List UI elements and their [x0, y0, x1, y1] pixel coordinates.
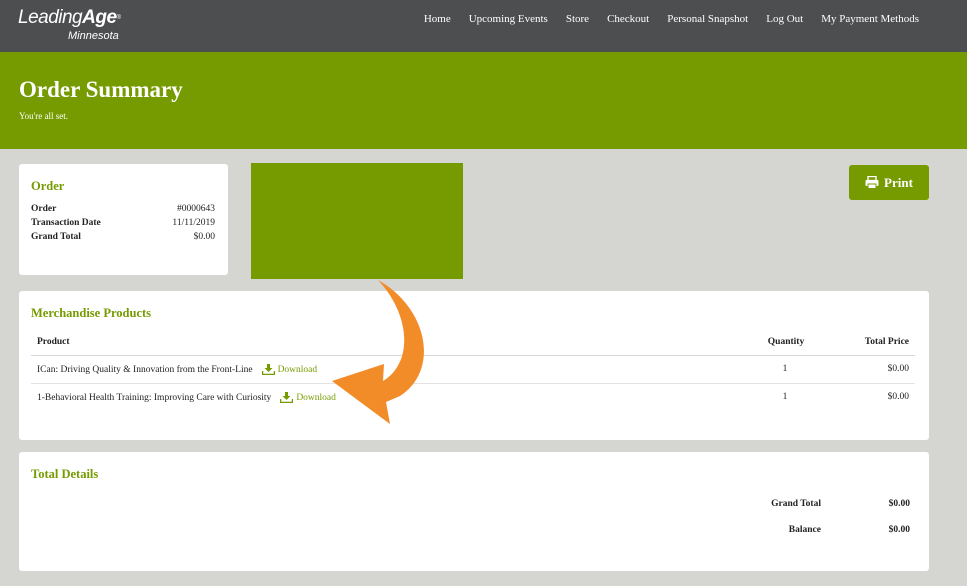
total-details-card: Total Details Grand Total $0.00 Balance …	[19, 452, 929, 571]
merchandise-products-card: Merchandise Products Product Quantity To…	[19, 291, 929, 440]
page-subtitle: You're all set.	[19, 111, 68, 121]
grand-total-summary-label: Grand Total	[771, 499, 821, 509]
download-label: Download	[296, 392, 336, 403]
nav-personal-snapshot[interactable]: Personal Snapshot	[667, 13, 748, 25]
grand-total-row: Grand Total $0.00	[31, 230, 215, 244]
column-header-product: Product	[37, 337, 70, 347]
page-title: Order Summary	[19, 77, 183, 102]
download-label: Download	[277, 364, 318, 375]
grand-total-summary-value: $0.00	[888, 499, 910, 509]
leadingage-logo[interactable]: LeadingAge® Minnesota	[18, 7, 121, 42]
order-card-title: Order	[31, 179, 65, 193]
logo-subtitle: Minnesota	[68, 30, 119, 42]
printer-icon	[865, 176, 879, 189]
nav-log-out[interactable]: Log Out	[766, 13, 803, 25]
transaction-date-row: Transaction Date 11/11/2019	[31, 216, 215, 230]
table-header-row: Product Quantity Total Price	[31, 329, 915, 356]
logo-text-age: Age	[82, 7, 117, 28]
download-link[interactable]: Download	[280, 392, 336, 403]
product-cell: 1-Behavioral Health Training: Improving …	[37, 392, 336, 403]
nav-home[interactable]: Home	[424, 13, 451, 25]
transaction-date-value: 11/11/2019	[172, 218, 215, 228]
table-row: ICan: Driving Quality & Innovation from …	[31, 356, 915, 384]
top-navbar: LeadingAge® Minnesota Home Upcoming Even…	[0, 0, 967, 52]
nav-upcoming-events[interactable]: Upcoming Events	[469, 13, 548, 25]
column-header-quantity: Quantity	[767, 337, 805, 347]
green-placeholder-box	[251, 163, 463, 279]
order-number-row: Order #0000643	[31, 202, 215, 216]
price-cell: $0.00	[887, 392, 909, 402]
balance-label: Balance	[788, 525, 821, 535]
download-icon	[280, 392, 294, 403]
logo-text-leading: Leading	[18, 7, 83, 28]
order-number-value: #0000643	[177, 204, 215, 214]
column-header-total-price: Total Price	[864, 337, 909, 347]
total-details-title: Total Details	[31, 467, 99, 481]
balance-value: $0.00	[888, 525, 910, 535]
grand-total-value: $0.00	[193, 232, 215, 242]
products-table: Product Quantity Total Price ICan: Drivi…	[31, 329, 915, 412]
merchandise-products-title: Merchandise Products	[31, 306, 152, 320]
quantity-cell: 1	[782, 392, 788, 402]
logo-registered-mark: ®	[116, 15, 121, 21]
price-cell: $0.00	[887, 364, 909, 374]
order-details: Order #0000643 Transaction Date 11/11/20…	[31, 202, 215, 244]
order-number-label: Order	[31, 204, 57, 214]
logo-wordmark: LeadingAge®	[18, 7, 121, 29]
page-header-banner: Order Summary You're all set.	[0, 52, 967, 149]
main-nav: Home Upcoming Events Store Checkout Pers…	[406, 13, 919, 25]
product-cell: ICan: Driving Quality & Innovation from …	[37, 364, 317, 375]
nav-my-payment-methods[interactable]: My Payment Methods	[821, 13, 919, 25]
print-button[interactable]: Print	[849, 165, 929, 200]
nav-checkout[interactable]: Checkout	[607, 13, 649, 25]
quantity-cell: 1	[782, 364, 788, 374]
download-icon	[261, 364, 275, 375]
product-name: 1-Behavioral Health Training: Improving …	[37, 392, 272, 403]
order-card: Order Order #0000643 Transaction Date 11…	[19, 164, 228, 275]
nav-store[interactable]: Store	[566, 13, 589, 25]
download-link[interactable]: Download	[261, 364, 318, 375]
print-button-label: Print	[884, 174, 913, 190]
grand-total-label: Grand Total	[31, 232, 81, 242]
table-row: 1-Behavioral Health Training: Improving …	[31, 384, 915, 412]
product-name: ICan: Driving Quality & Innovation from …	[37, 364, 253, 375]
transaction-date-label: Transaction Date	[31, 218, 101, 228]
